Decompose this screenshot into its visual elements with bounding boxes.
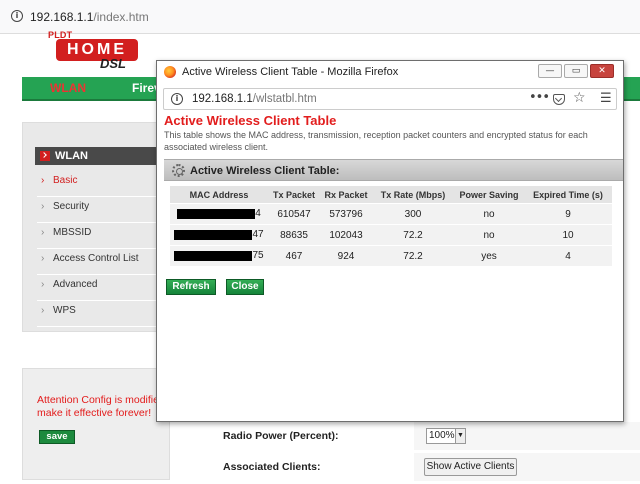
table-row: 47 88635 102043 72.2 no 10 <box>170 225 612 246</box>
hamburger-menu-icon[interactable]: ☰ <box>600 91 612 106</box>
radio-power-cell: 100% ▼ <box>414 422 640 450</box>
expired-time-cell: 9 <box>524 204 612 225</box>
sidebar-item-advanced[interactable]: Advanced <box>37 275 165 301</box>
gear-icon <box>172 164 185 177</box>
page-actions-icon[interactable]: ••• <box>529 90 550 105</box>
pldt-home-dsl-logo: PLDT HOME DSL <box>42 30 142 72</box>
attention-box: Attention Config is modified make it eff… <box>22 368 170 480</box>
col-power-saving: Power Saving <box>454 186 524 204</box>
table-header-row: MAC Address Tx Packet Rx Packet Tx Rate … <box>170 186 612 204</box>
sidebar-item-mbssid[interactable]: MBSSID <box>37 223 165 249</box>
redaction-bar <box>177 208 256 219</box>
bookmark-star-icon[interactable]: ☆ <box>573 90 586 106</box>
restore-button[interactable]: ▭ <box>564 64 588 78</box>
tx-rate-cell: 72.2 <box>372 225 454 246</box>
col-tx-packet: Tx Packet <box>268 186 320 204</box>
logo-brand-sub: DSL <box>100 56 126 71</box>
close-button[interactable]: Close <box>226 279 264 295</box>
mac-address-cell: 47 <box>170 225 268 246</box>
redaction-bar <box>174 250 253 261</box>
rx-packet-cell: 102043 <box>320 225 372 246</box>
tx-packet-cell: 610547 <box>268 204 320 225</box>
col-expired-time: Expired Time (s) <box>524 186 612 204</box>
site-info-icon[interactable]: i <box>11 10 23 22</box>
popup-address-bar[interactable]: i 192.168.1.1/wlstatbl.htm ••• ☆ ☰ <box>163 88 617 110</box>
power-saving-cell: no <box>454 204 524 225</box>
tx-rate-cell: 72.2 <box>372 246 454 267</box>
pocket-icon[interactable] <box>553 94 565 105</box>
sidebar: WLAN Basic Security MBSSID Access Contro… <box>22 122 170 332</box>
client-table: MAC Address Tx Packet Rx Packet Tx Rate … <box>170 186 612 267</box>
client-table-panel: Active Wireless Client Table: MAC Addres… <box>164 159 623 271</box>
popup-titlebar[interactable]: Active Wireless Client Table - Mozilla F… <box>157 61 623 83</box>
tx-packet-cell: 467 <box>268 246 320 267</box>
associated-clients-cell: Show Active Clients <box>414 453 640 481</box>
show-active-clients-button[interactable]: Show Active Clients <box>424 458 517 476</box>
associated-clients-label: Associated Clients: <box>223 461 321 473</box>
sidebar-item-security[interactable]: Security <box>37 197 165 223</box>
radio-power-row: Radio Power (Percent): 100% ▼ <box>218 422 640 450</box>
sidebar-heading[interactable]: WLAN <box>35 147 165 165</box>
popup-window-title: Active Wireless Client Table - Mozilla F… <box>182 66 399 78</box>
sidebar-item-basic[interactable]: Basic <box>37 171 165 197</box>
panel-header: Active Wireless Client Table: <box>164 159 623 181</box>
col-rx-packet: Rx Packet <box>320 186 372 204</box>
tx-rate-cell: 300 <box>372 204 454 225</box>
sidebar-item-wps[interactable]: WPS <box>37 301 165 327</box>
power-saving-cell: yes <box>454 246 524 267</box>
nav-tab-wlan[interactable]: WLAN <box>50 81 86 95</box>
minimize-button[interactable]: — <box>538 64 562 78</box>
table-row: 4 610547 573796 300 no 9 <box>170 204 612 225</box>
page-title: Active Wireless Client Table <box>164 113 337 128</box>
radio-power-select[interactable]: 100% ▼ <box>426 428 466 444</box>
background-address-bar[interactable]: i 192.168.1.1/index.htm <box>0 0 640 34</box>
col-mac-address: MAC Address <box>170 186 268 204</box>
background-url[interactable]: 192.168.1.1/index.htm <box>30 10 149 24</box>
chevron-down-icon: ▼ <box>455 429 465 443</box>
rx-packet-cell: 573796 <box>320 204 372 225</box>
sidebar-item-access-control-list[interactable]: Access Control List <box>37 249 165 275</box>
panel-title: Active Wireless Client Table: <box>190 165 340 177</box>
refresh-button[interactable]: Refresh <box>166 279 216 295</box>
mac-address-cell: 4 <box>170 204 268 225</box>
expired-time-cell: 4 <box>524 246 612 267</box>
redaction-bar <box>174 229 253 240</box>
radio-power-value: 100% <box>429 430 455 441</box>
tx-packet-cell: 88635 <box>268 225 320 246</box>
power-saving-cell: no <box>454 225 524 246</box>
active-clients-popup-window: Active Wireless Client Table - Mozilla F… <box>156 60 624 422</box>
expired-time-cell: 10 <box>524 225 612 246</box>
page-description: This table shows the MAC address, transm… <box>164 130 588 152</box>
rx-packet-cell: 924 <box>320 246 372 267</box>
save-button[interactable]: save <box>39 430 75 444</box>
col-tx-rate: Tx Rate (Mbps) <box>372 186 454 204</box>
table-row: 75 467 924 72.2 yes 4 <box>170 246 612 267</box>
window-close-button[interactable]: ✕ <box>590 64 614 78</box>
mac-address-cell: 75 <box>170 246 268 267</box>
popup-url[interactable]: 192.168.1.1/wlstatbl.htm <box>192 93 317 105</box>
firefox-icon <box>164 66 176 78</box>
radio-power-label: Radio Power (Percent): <box>223 430 339 442</box>
associated-clients-row: Associated Clients: Show Active Clients <box>218 453 640 481</box>
site-info-icon[interactable]: i <box>171 93 183 105</box>
